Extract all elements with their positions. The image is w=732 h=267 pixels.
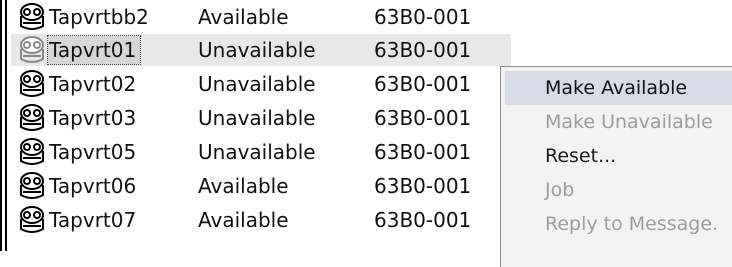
menu-item-make-unavailable: Make Unavailable xyxy=(545,111,713,133)
tape-device-icon xyxy=(16,137,48,167)
device-code: 63B0-001 xyxy=(374,38,472,62)
tape-device-icon xyxy=(16,35,48,65)
device-code: 63B0-001 xyxy=(374,72,472,96)
window-border-left xyxy=(0,0,2,251)
tape-device-icon xyxy=(16,205,48,235)
device-name: Tapvrt05 xyxy=(49,140,137,164)
menu-item-job: Job xyxy=(545,179,575,201)
device-name: Tapvrt02 xyxy=(49,72,137,96)
device-code: 63B0-001 xyxy=(374,208,472,232)
window-border-inner xyxy=(5,0,7,251)
device-status: Unavailable xyxy=(198,72,316,96)
device-status: Unavailable xyxy=(198,38,316,62)
device-code: 63B0-001 xyxy=(374,140,472,164)
device-status: Available xyxy=(198,174,289,198)
device-code: 63B0-001 xyxy=(374,174,472,198)
device-name: Tapvrtbb2 xyxy=(49,5,149,29)
device-code: 63B0-001 xyxy=(374,106,472,130)
menu-item-make-available[interactable]: Make Available xyxy=(505,71,732,105)
device-name: Tapvrt07 xyxy=(49,208,137,232)
menu-item-reset[interactable]: Reset... xyxy=(505,139,732,173)
context-menu: Make Available Make Unavailable Reset...… xyxy=(500,66,732,267)
device-status: Available xyxy=(198,208,289,232)
device-name: Tapvrt03 xyxy=(49,106,137,130)
tape-device-icon xyxy=(16,171,48,201)
list-row-selected[interactable]: Tapvrt01 Unavailable 63B0-001 xyxy=(11,33,732,67)
device-name: Tapvrt06 xyxy=(49,174,137,198)
tape-device-icon xyxy=(16,69,48,99)
device-status: Unavailable xyxy=(198,140,316,164)
device-status: Unavailable xyxy=(198,106,316,130)
device-name: Tapvrt01 xyxy=(46,35,142,65)
device-status: Available xyxy=(198,5,289,29)
menu-item-reply-to-message: Reply to Message. xyxy=(545,213,719,235)
list-row[interactable]: Tapvrtbb2 Available 63B0-001 xyxy=(11,0,732,34)
device-code: 63B0-001 xyxy=(374,5,472,29)
tape-device-icon xyxy=(16,2,48,32)
tape-device-icon xyxy=(16,103,48,133)
